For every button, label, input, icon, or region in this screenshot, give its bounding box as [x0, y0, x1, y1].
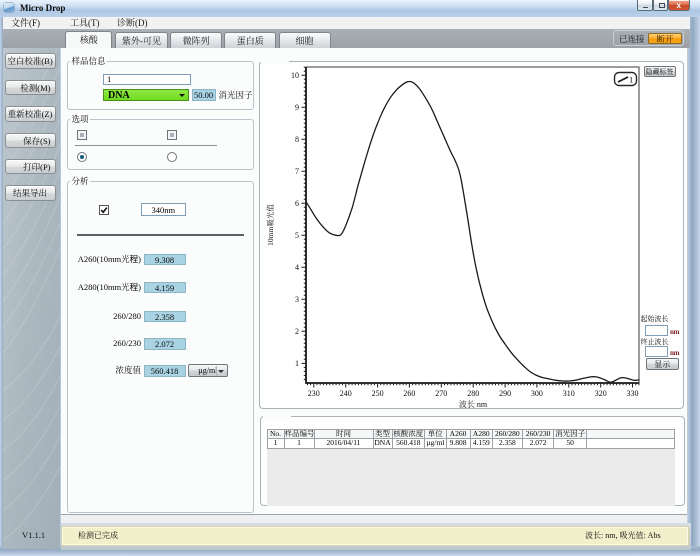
svg-text:310: 310 [563, 389, 575, 398]
svg-text:7: 7 [295, 167, 299, 176]
svg-text:290: 290 [499, 389, 511, 398]
svg-text:230: 230 [308, 389, 320, 398]
svg-text:8: 8 [295, 135, 299, 144]
svg-text:250: 250 [372, 389, 384, 398]
svg-text:240: 240 [340, 389, 352, 398]
svg-text:4: 4 [295, 263, 299, 272]
svg-text:10mm吸光值: 10mm吸光值 [265, 204, 275, 246]
svg-text:300: 300 [531, 389, 543, 398]
svg-text:330: 330 [627, 389, 639, 398]
svg-text:9: 9 [295, 103, 299, 112]
svg-text:2: 2 [295, 327, 299, 336]
svg-text:1: 1 [295, 359, 299, 368]
svg-text:280: 280 [467, 389, 479, 398]
svg-text:波长 nm: 波长 nm [459, 399, 488, 409]
svg-text:1: 1 [629, 75, 633, 85]
svg-text:3: 3 [295, 295, 299, 304]
svg-text:270: 270 [435, 389, 447, 398]
svg-text:10: 10 [291, 71, 299, 80]
svg-text:260: 260 [403, 389, 415, 398]
svg-text:5: 5 [295, 231, 299, 240]
svg-text:6: 6 [295, 199, 299, 208]
svg-text:320: 320 [595, 389, 607, 398]
